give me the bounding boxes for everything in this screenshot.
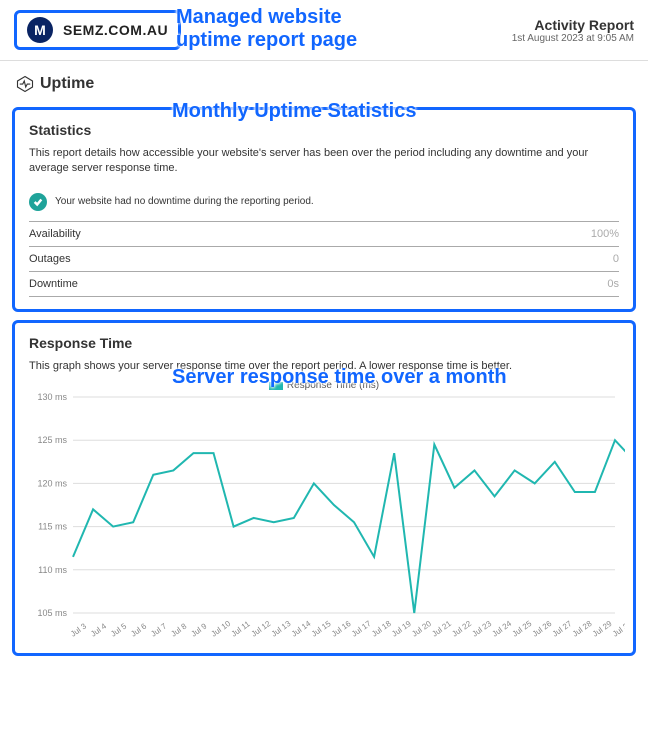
x-tick-label: Jul 16 [330, 619, 353, 639]
x-tick-label: Jul 27 [551, 619, 574, 639]
x-tick-label: Jul 24 [491, 619, 514, 639]
section-title: Uptime [40, 75, 94, 93]
x-tick-label: Jul 7 [149, 621, 168, 638]
stat-row: Outages 0 [29, 246, 619, 271]
chart-container: Response Time (ms) 105 ms 110 ms 115 ms 120… [29, 380, 619, 641]
chart-legend: Response Time (ms) [29, 380, 619, 391]
x-tick-label: Jul 19 [390, 619, 413, 639]
uptime-heading: Uptime [0, 61, 648, 99]
x-tick-label: Jul 25 [511, 619, 534, 639]
x-tick-label: Jul 21 [430, 619, 453, 639]
y-tick-label: 120 ms [37, 479, 67, 489]
stat-label: Downtime [29, 278, 78, 290]
header-bar: M SEMZ.COM.AU Activity Report 1st August… [0, 0, 648, 61]
report-date: 1st August 2023 at 9:05 AM [512, 33, 634, 44]
stat-row: Downtime 0s [29, 271, 619, 297]
y-tick-label: 115 ms [38, 522, 67, 532]
x-tick-label: Jul 8 [169, 621, 188, 638]
statistics-card: Statistics This report details how acces… [12, 107, 636, 312]
x-tick-label: Jul 28 [571, 619, 594, 639]
y-tick-label: 125 ms [37, 435, 67, 445]
pulse-icon [16, 75, 34, 93]
response-card: Response Time This graph shows your serv… [12, 320, 636, 656]
x-tick-label: Jul 14 [290, 619, 313, 639]
stat-label: Availability [29, 228, 81, 240]
x-tick-label: Jul 17 [350, 619, 373, 639]
x-tick-label: Jul 3 [69, 621, 88, 638]
brand-text: SEMZ.COM.AU [63, 22, 168, 38]
legend-label: Response Time (ms) [287, 380, 379, 391]
status-row: Your website had no downtime during the … [29, 193, 619, 211]
stat-row: Availability 100% [29, 221, 619, 246]
stat-label: Outages [29, 253, 71, 265]
legend-swatch [269, 382, 283, 390]
x-tick-label: Jul 29 [591, 619, 614, 639]
response-title: Response Time [29, 335, 619, 351]
x-tick-label: Jul 4 [89, 621, 108, 638]
stat-value: 0 [613, 253, 619, 265]
status-text: Your website had no downtime during the … [55, 196, 314, 207]
x-tick-label: Jul 30 [611, 619, 625, 639]
x-tick-label: Jul 20 [410, 619, 433, 639]
check-icon [29, 193, 47, 211]
x-tick-label: Jul 22 [450, 619, 473, 639]
chart-line [73, 419, 625, 613]
x-tick-label: Jul 11 [230, 619, 253, 639]
x-tick-label: Jul 6 [129, 621, 148, 638]
x-tick-label: Jul 9 [189, 621, 208, 638]
response-chart: 105 ms 110 ms 115 ms 120 ms 125 ms 130 ms Jul … [29, 391, 625, 641]
x-tick-label: Jul 12 [250, 619, 273, 639]
y-tick-label: 105 ms [37, 608, 67, 618]
brand-box: M SEMZ.COM.AU [14, 10, 181, 50]
report-title: Activity Report [512, 17, 634, 33]
x-tick-label: Jul 26 [531, 619, 554, 639]
x-tick-label: Jul 18 [370, 619, 393, 639]
stats-desc: This report details how accessible your … [29, 146, 619, 177]
stat-value: 0s [607, 278, 619, 290]
x-tick-label: Jul 10 [210, 619, 233, 639]
y-tick-label: 110 ms [38, 565, 67, 575]
stat-rows: Availability 100% Outages 0 Downtime 0s [29, 221, 619, 297]
x-tick-label: Jul 5 [109, 621, 128, 638]
x-tick-label: Jul 15 [310, 619, 333, 639]
brand-logo-icon: M [27, 17, 53, 43]
x-tick-label: Jul 13 [270, 619, 293, 639]
report-title-block: Activity Report 1st August 2023 at 9:05 … [512, 17, 634, 44]
x-tick-label: Jul 23 [470, 619, 493, 639]
y-tick-label: 130 ms [37, 392, 67, 402]
response-desc: This graph shows your server response ti… [29, 359, 619, 374]
stat-value: 100% [591, 228, 619, 240]
stats-title: Statistics [29, 122, 619, 138]
